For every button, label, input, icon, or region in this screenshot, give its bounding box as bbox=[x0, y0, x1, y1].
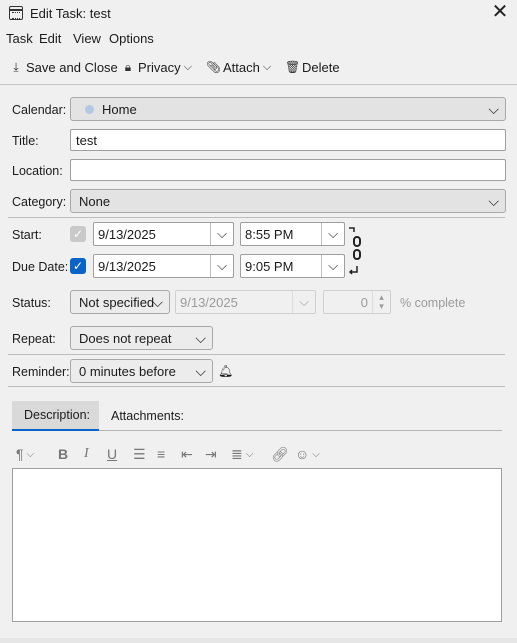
calendar-app-icon bbox=[9, 6, 23, 20]
chevron-down-icon[interactable]: ⌵ bbox=[210, 223, 233, 245]
attach-button[interactable]: 📎︎ Attach ⌵ bbox=[206, 55, 271, 79]
start-label: Start: bbox=[12, 228, 42, 242]
status-date-picker: 9/13/2025 ⌵ bbox=[175, 290, 316, 314]
percent-complete-label: % complete bbox=[400, 296, 466, 310]
due-date-label: Due Date: bbox=[12, 260, 69, 274]
menu-bar: Task Edit View Options bbox=[0, 30, 517, 50]
menu-options[interactable]: Options bbox=[109, 31, 154, 46]
paperclip-icon: 📎︎ bbox=[206, 60, 222, 74]
bullet-list-icon[interactable]: ☰ bbox=[133, 443, 146, 465]
link-icon[interactable]: 🔗︎ bbox=[271, 443, 289, 465]
tab-attachments[interactable]: Attachments: bbox=[99, 401, 196, 431]
chain-link-icon[interactable] bbox=[348, 226, 362, 276]
toolbar-divider bbox=[0, 84, 517, 85]
outdent-icon[interactable]: ⇤ bbox=[181, 443, 193, 465]
repeat-label: Repeat: bbox=[12, 332, 56, 346]
start-checkbox[interactable]: ✓ bbox=[70, 226, 86, 242]
start-date-picker[interactable]: 9/13/2025 ⌵ bbox=[93, 222, 234, 246]
align-icon[interactable]: ≣ ⌵ bbox=[231, 443, 253, 465]
chevron-down-icon: ⌵ bbox=[183, 60, 192, 73]
reminder-select[interactable]: 0 minutes before ⌵ bbox=[70, 359, 213, 383]
window-bottom-edge bbox=[0, 638, 517, 643]
status-label: Status: bbox=[12, 296, 51, 310]
reminder-label: Reminder: bbox=[12, 365, 70, 379]
start-time-picker[interactable]: 8:55 PM ⌵ bbox=[240, 222, 345, 246]
due-date-checkbox[interactable]: ✓ bbox=[70, 258, 86, 274]
toolbar: ⤓ Save and Close 🔒︎ Privacy ⌵ 📎︎ Attach … bbox=[0, 55, 517, 79]
save-icon: ⤓ bbox=[13, 59, 19, 74]
chevron-down-icon[interactable]: ⌵ bbox=[321, 223, 344, 245]
section-divider bbox=[8, 217, 505, 218]
chevron-down-icon: ⌵ bbox=[262, 60, 272, 73]
italic-icon[interactable]: I bbox=[84, 443, 89, 465]
lock-icon: 🔒︎ bbox=[124, 59, 132, 74]
location-input[interactable] bbox=[70, 159, 506, 181]
calendar-select[interactable]: Home ⌵ bbox=[70, 97, 506, 121]
save-and-close-button[interactable]: ⤓ Save and Close bbox=[9, 55, 117, 79]
description-editor[interactable] bbox=[12, 468, 502, 622]
emoji-icon[interactable]: ☺ ⌵ bbox=[295, 443, 320, 465]
title-input[interactable]: test bbox=[70, 129, 506, 151]
indent-icon[interactable]: ⇥ bbox=[205, 443, 217, 465]
chevron-down-icon: ⌵ bbox=[195, 330, 206, 346]
formatting-toolbar: ¶ ⌵ B I U ☰ ≡ ⇤ ⇥ ≣ ⌵ 🔗︎ ☺ ⌵ bbox=[12, 443, 502, 465]
menu-edit[interactable]: Edit bbox=[39, 31, 61, 46]
due-date-picker[interactable]: 9/13/2025 ⌵ bbox=[93, 254, 234, 278]
trash-icon: 🗑︎ bbox=[285, 60, 301, 74]
bell-icon[interactable]: 🔔︎ bbox=[218, 364, 233, 378]
numbered-list-icon[interactable]: ≡ bbox=[157, 443, 165, 465]
paragraph-icon[interactable]: ¶ ⌵ bbox=[16, 443, 34, 465]
chevron-down-icon[interactable]: ⌵ bbox=[210, 255, 233, 277]
chevron-down-icon: ⌵ bbox=[152, 294, 163, 310]
location-label: Location: bbox=[12, 164, 63, 178]
underline-icon[interactable]: U bbox=[107, 443, 117, 465]
delete-button[interactable]: 🗑︎ Delete bbox=[285, 55, 340, 79]
window-title: Edit Task: test bbox=[30, 6, 111, 21]
close-icon[interactable]: ✕ bbox=[489, 2, 511, 24]
status-select[interactable]: Not specified ⌵ bbox=[70, 290, 170, 314]
chevron-down-icon[interactable]: ⌵ bbox=[321, 255, 344, 277]
menu-view[interactable]: View bbox=[73, 31, 101, 46]
chevron-down-icon: ⌵ bbox=[488, 193, 499, 209]
tab-description[interactable]: Description: bbox=[12, 401, 99, 431]
repeat-select[interactable]: Does not repeat ⌵ bbox=[70, 326, 213, 350]
tab-bar: Description: Attachments: bbox=[12, 401, 502, 431]
section-divider bbox=[8, 386, 505, 387]
chevron-down-icon: ⌵ bbox=[292, 291, 315, 313]
title-label: Title: bbox=[12, 134, 39, 148]
bold-icon[interactable]: B bbox=[58, 443, 68, 465]
menu-task[interactable]: Task bbox=[6, 31, 33, 46]
spinner-arrows-icon: ▴ ▾ bbox=[372, 291, 390, 313]
category-select[interactable]: None ⌵ bbox=[70, 189, 506, 213]
calendar-label: Calendar: bbox=[12, 103, 67, 117]
chevron-down-icon: ⌵ bbox=[195, 363, 206, 379]
category-label: Category: bbox=[12, 195, 67, 209]
chevron-down-icon: ⌵ bbox=[488, 101, 499, 117]
section-divider bbox=[8, 354, 505, 355]
calendar-color-dot bbox=[85, 104, 94, 114]
title-bar: Edit Task: test ✕ bbox=[0, 0, 517, 27]
due-time-picker[interactable]: 9:05 PM ⌵ bbox=[240, 254, 345, 278]
privacy-button[interactable]: 🔒︎ Privacy ⌵ bbox=[121, 55, 192, 79]
percent-complete-spinner: 0 ▴ ▾ bbox=[323, 290, 391, 314]
